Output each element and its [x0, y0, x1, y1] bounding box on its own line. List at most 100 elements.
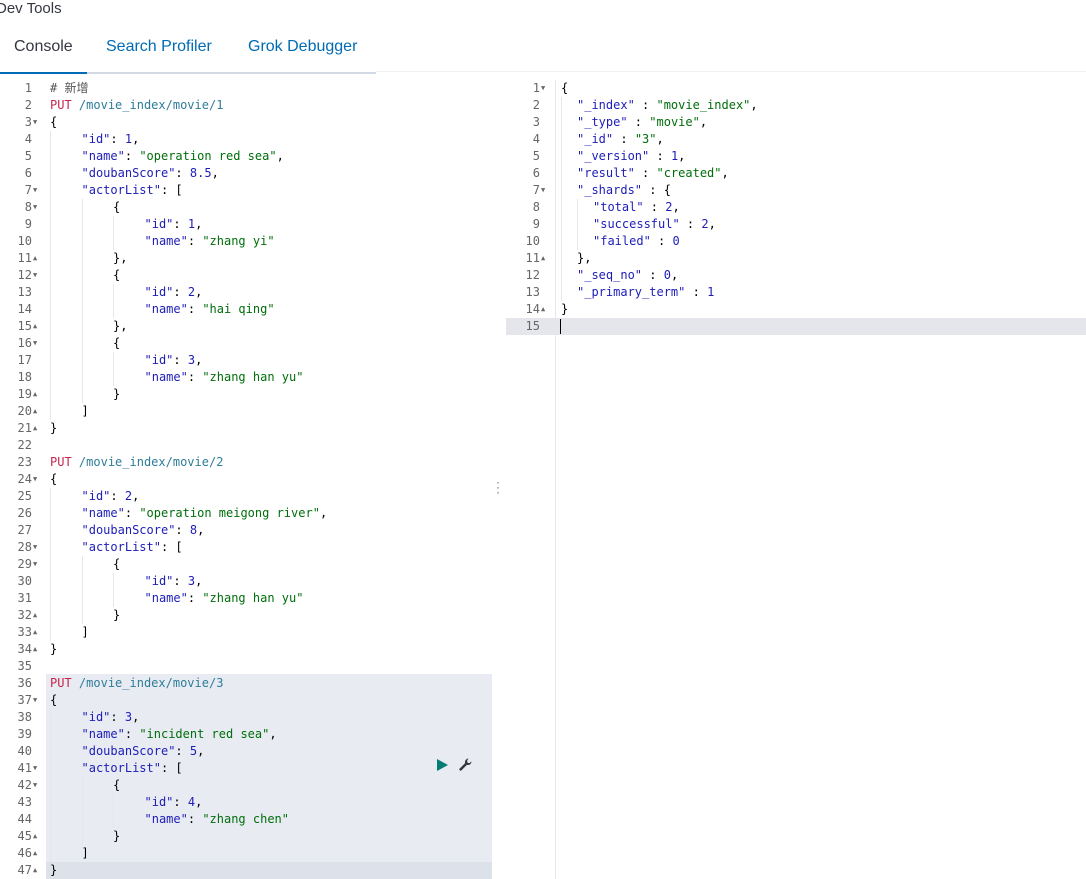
- divider: [376, 71, 1086, 72]
- indent-guide: [81, 607, 83, 624]
- line-number: 27: [17, 523, 32, 537]
- code-text: {: [50, 472, 58, 486]
- code-text: "result" : "created",: [577, 166, 729, 180]
- fold-close-icon[interactable]: ▲: [33, 318, 43, 335]
- code-line: 21 ▲}: [0, 420, 492, 437]
- indent-guide: [113, 301, 114, 318]
- code-line: 41 ▼ "actorList": [: [0, 760, 492, 777]
- indent-guide: [561, 267, 562, 284]
- tab-search-profiler[interactable]: Search Profiler: [106, 22, 212, 72]
- play-icon[interactable]: [435, 758, 449, 772]
- code-line: 12 "_seq_no" : 0,: [506, 267, 1086, 284]
- code-text: PUT /movie_index/movie/1: [50, 98, 224, 112]
- indent-guide: [50, 556, 51, 573]
- line-number: 18: [17, 370, 32, 384]
- fold-open-icon[interactable]: ▼: [33, 760, 43, 777]
- line-number: 16: [17, 336, 32, 350]
- code-line: 28 ▼ "actorList": [: [0, 539, 492, 556]
- line-number: 1: [24, 81, 32, 95]
- indent-guide: [81, 267, 83, 284]
- fold-open-icon[interactable]: ▼: [541, 80, 551, 97]
- line-number: 4: [532, 132, 540, 146]
- fold-open-icon[interactable]: ▼: [33, 267, 43, 284]
- fold-open-icon[interactable]: ▼: [33, 199, 43, 216]
- fold-open-icon[interactable]: ▼: [33, 539, 43, 556]
- fold-close-icon[interactable]: ▲: [33, 403, 43, 420]
- fold-close-icon[interactable]: ▲: [33, 607, 43, 624]
- code-line: 35: [0, 658, 492, 675]
- fold-close-icon[interactable]: ▲: [33, 420, 43, 437]
- code-text: "name": "zhang yi": [144, 234, 275, 248]
- code-text: "id": 1,: [144, 217, 203, 231]
- code-text: "id": 2,: [144, 285, 203, 299]
- code-line: 6 "result" : "created",: [506, 165, 1086, 182]
- line-number: 3: [24, 115, 32, 129]
- code-line: 1 ▼ {: [506, 80, 1086, 97]
- tab-grok-debugger[interactable]: Grok Debugger: [248, 22, 357, 72]
- indent-guide: [50, 335, 51, 352]
- indent-guide: [50, 794, 51, 811]
- indent-guide: [561, 182, 562, 199]
- fold-close-icon[interactable]: ▲: [33, 845, 43, 862]
- code-line: 3 "_type" : "movie",: [506, 114, 1086, 131]
- tab-console[interactable]: Console: [0, 22, 87, 74]
- indent-guide: [50, 403, 51, 420]
- fold-open-icon[interactable]: ▼: [33, 182, 43, 199]
- line-number: 7: [24, 183, 32, 197]
- code-line: 43 "id": 4,: [0, 794, 492, 811]
- line-number: 34: [17, 642, 32, 656]
- request-editor[interactable]: 1 # 新增 2 PUT /movie_index/movie/1 3 ▼{4 "id": …: [0, 80, 492, 879]
- indent-guide: [561, 165, 562, 182]
- line-number: 5: [532, 149, 540, 163]
- indent-guide: [50, 148, 51, 165]
- fold-close-icon[interactable]: ▲: [33, 828, 43, 845]
- fold-open-icon[interactable]: ▼: [33, 471, 43, 488]
- wrench-icon[interactable]: [457, 757, 473, 773]
- indent-guide: [50, 777, 51, 794]
- fold-open-icon[interactable]: ▼: [33, 777, 43, 794]
- fold-close-icon[interactable]: ▲: [33, 862, 43, 879]
- indent-guide: [50, 743, 51, 760]
- fold-open-icon[interactable]: ▼: [541, 182, 551, 199]
- fold-close-icon[interactable]: ▲: [33, 624, 43, 641]
- code-line: 42 ▼ {: [0, 777, 492, 794]
- line-number: 23: [17, 455, 32, 469]
- indent-guide: [561, 131, 562, 148]
- fold-close-icon[interactable]: ▲: [33, 386, 43, 403]
- code-text: "_shards" : {: [577, 183, 671, 197]
- indent-guide: [50, 250, 51, 267]
- fold-close-icon[interactable]: ▲: [541, 250, 551, 267]
- line-number: 21: [17, 421, 32, 435]
- indent-guide: [50, 318, 51, 335]
- line-number: 41: [17, 761, 32, 775]
- fold-close-icon[interactable]: ▲: [33, 641, 43, 658]
- code-line: 45 ▲}: [0, 828, 492, 845]
- indent-guide: [81, 301, 83, 318]
- code-line: 36 PUT /movie_index/movie/3: [0, 675, 492, 692]
- line-number: 17: [17, 353, 32, 367]
- code-text: "name": "hai qing": [144, 302, 275, 316]
- line-number: 35: [17, 659, 32, 673]
- code-text: },: [113, 251, 128, 265]
- line-number: 45: [17, 829, 32, 843]
- fold-open-icon[interactable]: ▼: [33, 556, 43, 573]
- line-number: 11: [17, 251, 32, 265]
- fold-open-icon[interactable]: ▼: [33, 114, 43, 131]
- editor-resizer[interactable]: · · ·: [492, 80, 506, 879]
- response-editor[interactable]: 1 ▼{2 "_index" : "movie_index", 3 "_type" : …: [506, 80, 1086, 879]
- code-text: "name": "zhang chen": [144, 812, 290, 826]
- code-text: "id": 3,: [144, 574, 203, 588]
- line-number: 1: [532, 81, 540, 95]
- code-line: 47 ▲}: [0, 862, 492, 879]
- code-line: 34 ▲}: [0, 641, 492, 658]
- code-text: "id": 1,: [81, 132, 140, 146]
- code-text: }: [113, 829, 121, 843]
- fold-close-icon[interactable]: ▲: [541, 301, 551, 318]
- fold-open-icon[interactable]: ▼: [33, 335, 43, 352]
- indent-guide: [81, 216, 83, 233]
- indent-guide: [50, 284, 51, 301]
- fold-open-icon[interactable]: ▼: [33, 692, 43, 709]
- code-line: 13 "id": 2,: [0, 284, 492, 301]
- fold-close-icon[interactable]: ▲: [33, 250, 43, 267]
- code-text: {: [50, 693, 58, 707]
